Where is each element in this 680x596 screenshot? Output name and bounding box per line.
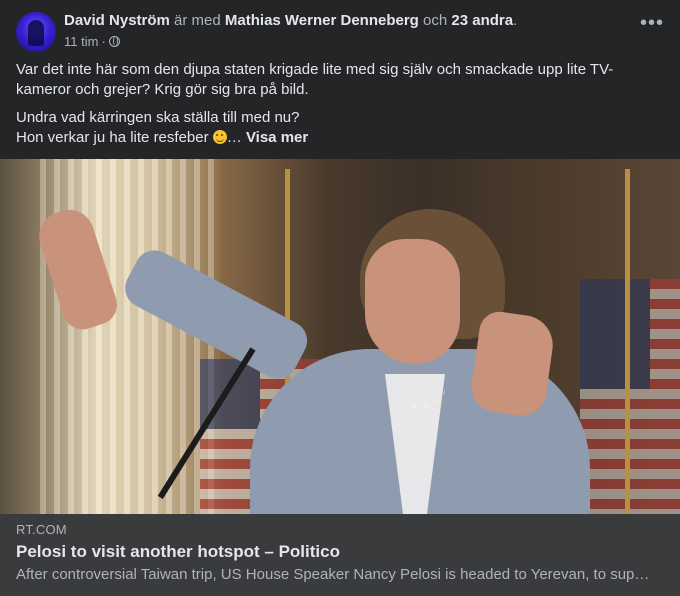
globe-icon[interactable] — [108, 36, 120, 47]
post-header-line: David Nyström är med Mathias Werner Denn… — [64, 12, 517, 30]
period: . — [513, 12, 518, 29]
link-domain: RT.COM — [16, 522, 67, 537]
post-paragraph-2: Undra vad kärringen ska ställa till med … — [16, 108, 656, 148]
flag-pole-right — [625, 169, 630, 514]
more-options-icon[interactable]: ••• — [640, 13, 664, 40]
post-line-2: Hon verkar ju ha lite resfeber — [16, 129, 209, 146]
post-text: Var det inte här som den djupa staten kr… — [16, 60, 656, 156]
ellipsis: … — [226, 129, 242, 146]
post-paragraph-1: Var det inte här som den djupa staten kr… — [16, 61, 614, 98]
avatar[interactable] — [16, 12, 56, 52]
post-timestamp[interactable]: 11 tim — [64, 34, 98, 49]
raised-left-arm — [118, 243, 315, 386]
link-preview-image[interactable] — [0, 159, 680, 514]
link-description: After controversial Taiwan trip, US Hous… — [16, 566, 650, 583]
meta-dot: · — [101, 34, 106, 49]
microphone — [157, 347, 256, 499]
author-name[interactable]: David Nyström — [64, 12, 170, 29]
winking-face-emoji-icon — [212, 130, 227, 144]
us-flag-right — [580, 279, 680, 514]
with-text: är med — [174, 12, 221, 29]
post-line-1: Undra vad kärringen ska ställa till med … — [16, 109, 300, 126]
face — [365, 239, 460, 364]
and-text: och — [423, 12, 448, 29]
link-title[interactable]: Pelosi to visit another hotspot – Politi… — [16, 542, 340, 562]
post-card: David Nyström är med Mathias Werner Denn… — [0, 0, 680, 596]
see-more-link[interactable]: Visa mer — [246, 129, 308, 146]
avatar-figure — [28, 20, 44, 46]
post-header: David Nyström är med Mathias Werner Denn… — [16, 12, 664, 54]
post-meta: 11 tim · — [64, 34, 120, 49]
speaker-figure — [32, 199, 590, 514]
tagged-person[interactable]: Mathias Werner Denneberg — [225, 12, 419, 29]
link-preview[interactable]: RT.COM Pelosi to visit another hotspot –… — [0, 514, 680, 596]
raised-right-hand — [468, 309, 557, 419]
tagged-others-link[interactable]: 23 andra — [451, 12, 513, 29]
